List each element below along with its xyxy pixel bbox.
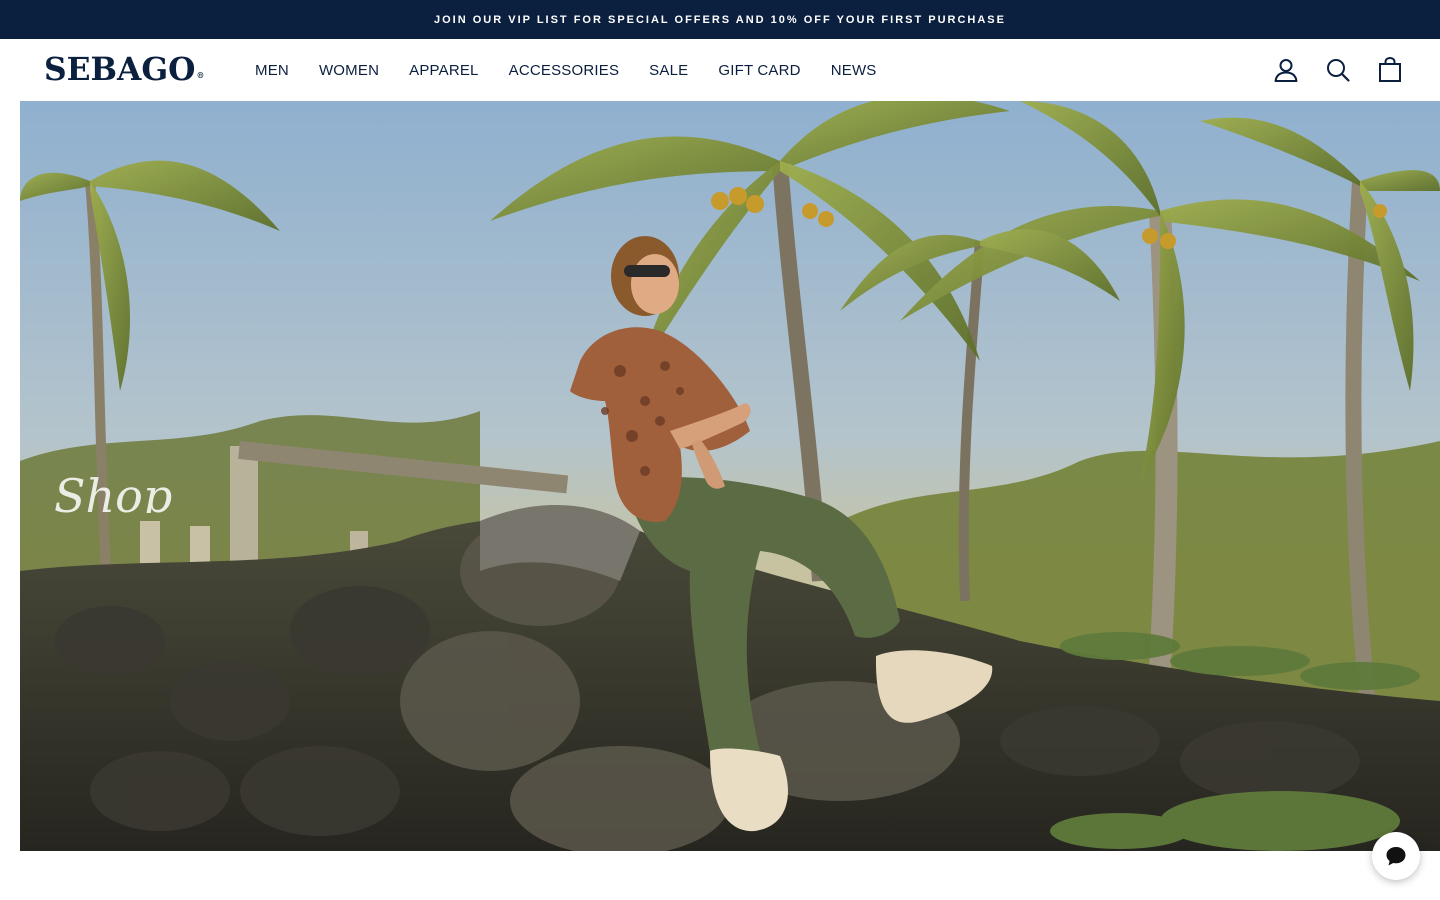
site-header: SEBAGO® MEN WOMEN APPAREL ACCESSORIES SA… [0, 39, 1440, 101]
registered-mark: ® [196, 70, 205, 80]
nav-item-women[interactable]: WOMEN [319, 62, 379, 79]
hero-banner[interactable]: Shop [20, 101, 1440, 851]
nav-item-accessories[interactable]: ACCESSORIES [509, 62, 620, 79]
account-button[interactable] [1266, 50, 1306, 90]
cart-icon [1379, 57, 1401, 82]
nav-item-news[interactable]: NEWS [831, 62, 877, 79]
hero-heading[interactable]: Shop [54, 473, 234, 513]
nav-item-men[interactable]: MEN [255, 62, 289, 79]
chat-bubble-icon [1386, 847, 1406, 866]
promo-bar: JOIN OUR VIP LIST FOR SPECIAL OFFERS AND… [0, 0, 1440, 39]
cart-button[interactable] [1370, 50, 1410, 90]
logo[interactable]: SEBAGO® [44, 49, 205, 89]
nav-item-sale[interactable]: SALE [649, 62, 688, 79]
account-icon [1274, 59, 1298, 82]
logo-text: SEBAGO [44, 50, 196, 88]
search-icon [1327, 59, 1350, 82]
promo-link[interactable]: JOIN OUR VIP LIST FOR SPECIAL OFFERS AND… [434, 14, 1006, 26]
chat-button[interactable] [1372, 832, 1420, 880]
main-nav: MEN WOMEN APPAREL ACCESSORIES SALE GIFT … [255, 39, 907, 101]
header-icons [1254, 39, 1410, 101]
nav-item-gift-card[interactable]: GIFT CARD [718, 62, 800, 79]
search-button[interactable] [1318, 50, 1358, 90]
nav-item-apparel[interactable]: APPAREL [409, 62, 479, 79]
